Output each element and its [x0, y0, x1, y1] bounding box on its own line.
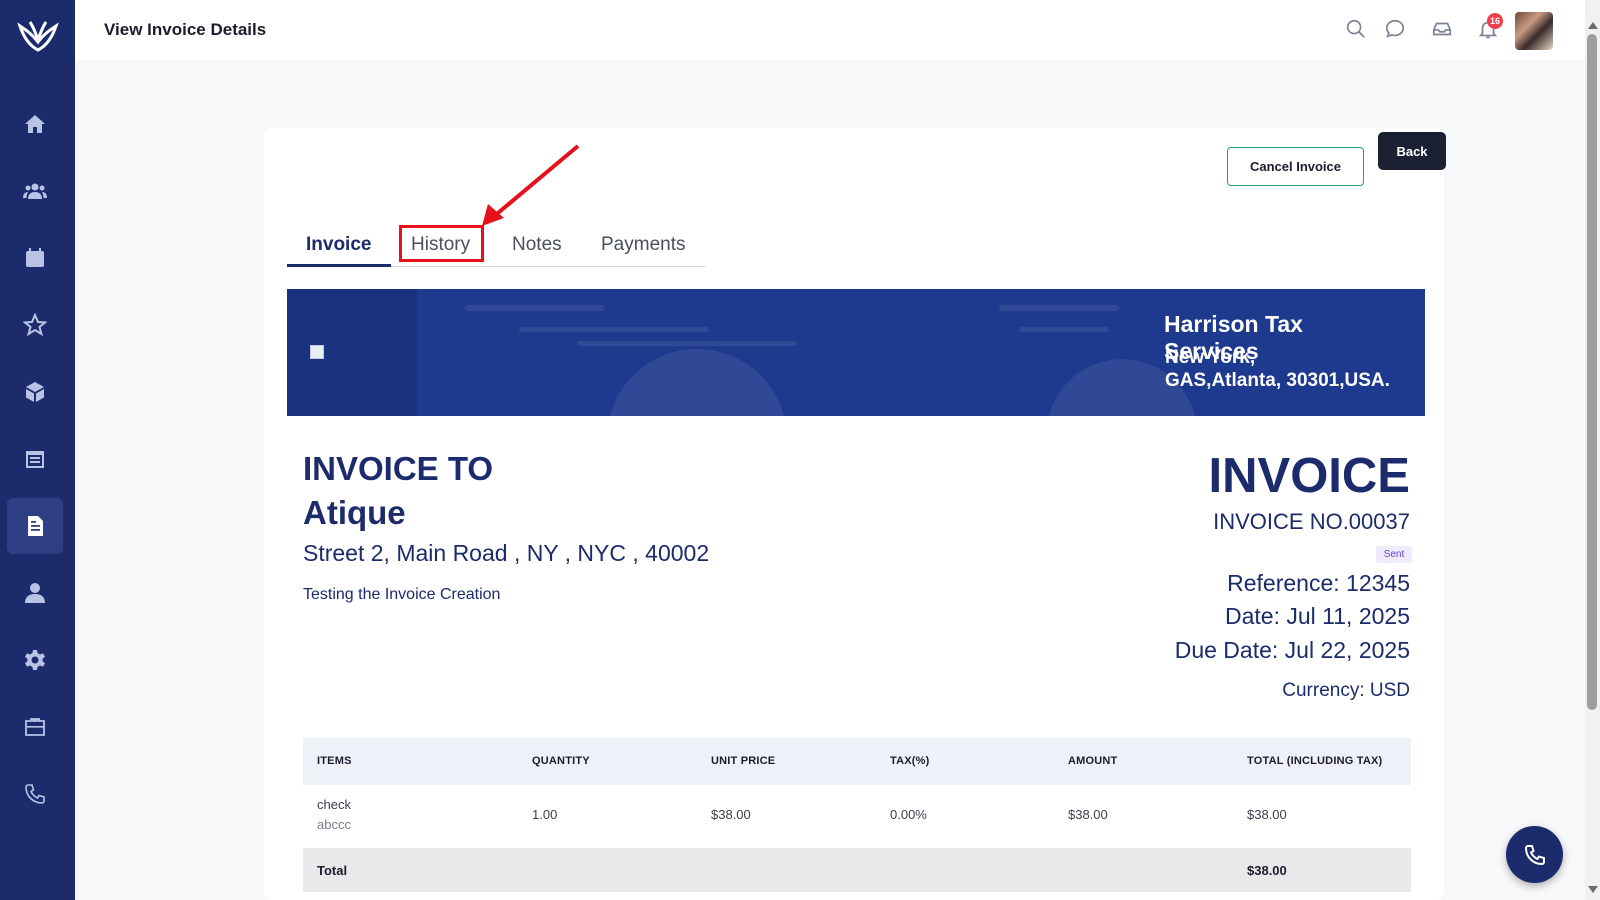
table-total-row: Total $38.00	[303, 848, 1411, 892]
users-icon	[23, 183, 47, 199]
column-header-unit-price: UNIT PRICE	[711, 755, 776, 767]
sidebar-item-users[interactable]	[7, 163, 63, 219]
page-title: View Invoice Details	[104, 20, 267, 39]
invoice-to-label: INVOICE TO	[303, 450, 494, 487]
item-name: check	[317, 797, 351, 812]
item-quantity: 1.00	[532, 807, 558, 822]
status-badge: Sent	[1376, 546, 1412, 563]
invoice-number: INVOICE NO.00037	[1213, 509, 1410, 534]
invoice-tabs: Invoice History Notes Payments	[287, 226, 706, 267]
briefcase-icon	[25, 718, 45, 736]
phone-icon	[25, 784, 45, 804]
item-description: abccc	[317, 817, 351, 832]
cancel-invoice-button[interactable]: Cancel Invoice	[1227, 147, 1364, 186]
tab-notes[interactable]: Notes	[512, 234, 562, 256]
search-button[interactable]	[1345, 18, 1367, 45]
scroll-up-arrow[interactable]	[1588, 22, 1598, 29]
column-header-items: ITEMS	[317, 755, 352, 767]
scroll-down-arrow[interactable]	[1588, 886, 1598, 893]
total-value: $38.00	[1247, 863, 1287, 878]
user-avatar[interactable]	[1515, 12, 1553, 50]
banner-watermark	[519, 327, 709, 332]
banner-watermark	[607, 349, 787, 416]
table-header: ITEMS QUANTITY UNIT PRICE TAX(%) AMOUNT …	[303, 738, 1411, 785]
customer-name: Atique	[303, 494, 406, 531]
item-total: $38.00	[1247, 807, 1287, 822]
star-icon	[23, 313, 47, 337]
back-button[interactable]: Back	[1378, 132, 1446, 170]
phone-icon	[1524, 844, 1545, 865]
sidebar-item-calendar[interactable]	[7, 230, 63, 286]
list-calendar-icon	[26, 451, 44, 468]
history-highlight-box	[399, 225, 484, 262]
active-tab-indicator	[287, 264, 391, 267]
inbox-button[interactable]	[1431, 18, 1453, 45]
invoice-icon	[28, 516, 43, 536]
person-icon	[25, 583, 45, 603]
column-header-total: TOTAL (INCLUDING TAX)	[1247, 755, 1383, 767]
column-header-quantity: QUANTITY	[532, 755, 590, 767]
sidebar-item-schedule[interactable]	[7, 431, 63, 487]
calendar-icon	[26, 248, 44, 267]
invoice-heading: INVOICE	[1208, 449, 1410, 503]
inbox-icon	[1432, 22, 1452, 36]
invoice-due-date: Due Date: Jul 22, 2025	[1174, 637, 1410, 663]
scrollbar-thumb[interactable]	[1587, 34, 1597, 710]
chat-button[interactable]	[1384, 18, 1406, 45]
call-fab-button[interactable]	[1506, 826, 1563, 883]
annotation-arrow-icon	[482, 144, 580, 226]
banner-watermark	[577, 341, 797, 346]
notification-badge: 16	[1487, 13, 1503, 29]
box-icon	[26, 382, 44, 402]
sidebar-item-products[interactable]	[7, 364, 63, 420]
company-address-line1: New York,	[1165, 347, 1256, 368]
search-icon	[1346, 19, 1365, 38]
sidebar-item-jobs[interactable]	[7, 699, 63, 755]
sidebar-item-settings[interactable]	[7, 632, 63, 688]
sidebar-item-profile[interactable]	[7, 565, 63, 621]
banner-watermark	[1019, 327, 1109, 332]
sidebar-item-invoices[interactable]	[7, 498, 63, 554]
table-row: check abccc 1.00 $38.00 0.00% $38.00 $38…	[303, 785, 1411, 848]
home-icon	[25, 115, 45, 133]
item-tax: 0.00%	[890, 807, 927, 822]
column-header-amount: AMOUNT	[1068, 755, 1118, 767]
tab-payments[interactable]: Payments	[601, 234, 685, 256]
item-unit-price: $38.00	[711, 807, 751, 822]
invoice-currency: Currency: USD	[1282, 680, 1410, 701]
company-banner: Harrison Tax Services New York, GAS,Atla…	[287, 289, 1425, 416]
column-header-tax: TAX(%)	[890, 755, 930, 767]
broken-image-icon	[310, 345, 324, 359]
tab-invoice[interactable]: Invoice	[306, 234, 371, 256]
brand-logo[interactable]	[14, 16, 62, 56]
sidebar-item-calls[interactable]	[7, 766, 63, 822]
chat-icon	[1385, 19, 1405, 38]
sidebar-item-favorites[interactable]	[7, 297, 63, 353]
gear-icon	[25, 650, 45, 670]
banner-watermark	[999, 305, 1119, 311]
invoice-reference: Reference: 12345	[1227, 570, 1410, 596]
total-label: Total	[317, 863, 348, 878]
company-address-line2: GAS,Atlanta, 30301,USA.	[1165, 370, 1390, 391]
sidebar	[0, 0, 75, 900]
invoice-note: Testing the Invoice Creation	[303, 586, 501, 603]
invoice-date: Date: Jul 11, 2025	[1225, 603, 1410, 629]
banner-logo-panel	[287, 289, 417, 416]
banner-watermark	[465, 305, 605, 311]
sidebar-item-home[interactable]	[7, 96, 63, 152]
customer-address: Street 2, Main Road , NY , NYC , 40002	[303, 540, 710, 566]
item-amount: $38.00	[1068, 807, 1108, 822]
